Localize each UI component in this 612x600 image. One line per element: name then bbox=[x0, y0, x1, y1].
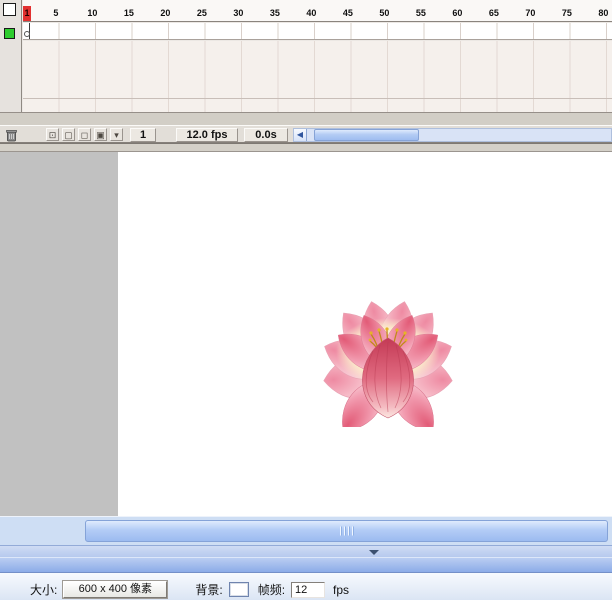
timeline-scrollbar-thumb[interactable] bbox=[314, 129, 419, 141]
stage-canvas[interactable] bbox=[118, 152, 612, 516]
timeline-frames-area: 5 10 15 20 25 30 35 40 45 50 55 60 65 70 75 80 1 bbox=[23, 0, 612, 125]
edit-multiple-frames-icon[interactable]: ▣ bbox=[94, 128, 107, 141]
modify-onion-markers-icon[interactable]: ▾ bbox=[110, 128, 123, 141]
ruler-number: 30 bbox=[233, 8, 244, 18]
background-label: 背景: bbox=[195, 583, 223, 597]
elapsed-time-display: 0.0s bbox=[244, 128, 288, 142]
ruler-number: 75 bbox=[561, 8, 572, 18]
ruler-number: 45 bbox=[342, 8, 353, 18]
ruler-number: 55 bbox=[415, 8, 426, 18]
fps-unit-label: fps bbox=[333, 582, 350, 597]
panel-collapse-strip bbox=[0, 545, 612, 557]
stage-scrollbar-thumb[interactable] bbox=[85, 520, 608, 542]
layer-outline-color-swatch[interactable] bbox=[4, 28, 15, 39]
current-frame-display: 1 bbox=[130, 128, 156, 142]
ruler-number: 80 bbox=[598, 8, 609, 18]
ruler-number: 15 bbox=[123, 8, 134, 18]
layer-controls-column bbox=[0, 0, 22, 125]
lotus-flower-image[interactable] bbox=[285, 252, 495, 427]
ruler-number: 25 bbox=[196, 8, 207, 18]
timeline-footer: ⊡ ▢ ◻ ▣ ▾ 1 12.0 fps 0.0s ◀ bbox=[0, 125, 612, 143]
ruler-number: 40 bbox=[306, 8, 317, 18]
trash-icon-glyph bbox=[5, 129, 17, 141]
framerate-label: 帧频: bbox=[257, 583, 286, 597]
ruler-number: 70 bbox=[525, 8, 536, 18]
ruler-number: 20 bbox=[160, 8, 171, 18]
ruler-number: 35 bbox=[269, 8, 280, 18]
app-window: 5 10 15 20 25 30 35 40 45 50 55 60 65 70 75 80 1 ⊡ ▢ ◻ ▣ ▾ … bbox=[0, 0, 612, 600]
timeline-corner-box bbox=[3, 3, 16, 16]
ruler-number: 10 bbox=[87, 8, 98, 18]
stage-hscrollbar[interactable] bbox=[0, 516, 612, 545]
scrollbar-grip bbox=[339, 526, 354, 536]
ruler-number: 50 bbox=[379, 8, 390, 18]
properties-titlebar[interactable] bbox=[0, 557, 612, 573]
playhead[interactable]: 1 bbox=[23, 6, 31, 21]
collapse-arrow-icon bbox=[369, 549, 379, 555]
onion-skin-icon[interactable]: ▢ bbox=[62, 128, 75, 141]
background-color-swatch[interactable] bbox=[228, 582, 249, 597]
ruler-number: 65 bbox=[488, 8, 499, 18]
onion-skin-outlines-icon[interactable]: ◻ bbox=[78, 128, 91, 141]
empty-keyframe-marker[interactable] bbox=[23, 23, 30, 39]
center-frame-icon[interactable]: ⊡ bbox=[46, 128, 59, 141]
timeline-panel: 5 10 15 20 25 30 35 40 45 50 55 60 65 70 75 80 1 bbox=[0, 0, 612, 125]
properties-panel: 大小: 600 x 400 像素 背景: 帧频: fps bbox=[0, 573, 612, 600]
framerate-input[interactable] bbox=[291, 581, 326, 598]
scroll-left-button[interactable]: ◀ bbox=[294, 129, 307, 141]
pasteboard bbox=[0, 152, 612, 516]
frame-ruler[interactable]: 5 10 15 20 25 30 35 40 45 50 55 60 65 70 75 80 1 bbox=[23, 0, 612, 22]
empty-frames-area[interactable] bbox=[23, 41, 612, 112]
size-label: 大小: bbox=[30, 583, 58, 597]
layer-frames-row[interactable] bbox=[23, 23, 612, 40]
timeline-bottom-strip bbox=[0, 112, 612, 125]
ruler-number: 60 bbox=[452, 8, 463, 18]
timeline-stage-divider bbox=[0, 143, 612, 152]
timeline-hscrollbar[interactable]: ◀ bbox=[293, 128, 612, 142]
properties-row: 大小: 600 x 400 像素 背景: 帧频: fps bbox=[30, 580, 350, 599]
trash-icon[interactable] bbox=[4, 128, 18, 142]
document-size-button[interactable]: 600 x 400 像素 bbox=[62, 580, 169, 599]
frame-rate-display[interactable]: 12.0 fps bbox=[176, 128, 238, 142]
ruler-number: 5 bbox=[53, 8, 59, 18]
panel-collapse-handle[interactable] bbox=[352, 548, 396, 556]
onion-skin-toolbar: ⊡ ▢ ◻ ▣ ▾ bbox=[46, 128, 123, 141]
